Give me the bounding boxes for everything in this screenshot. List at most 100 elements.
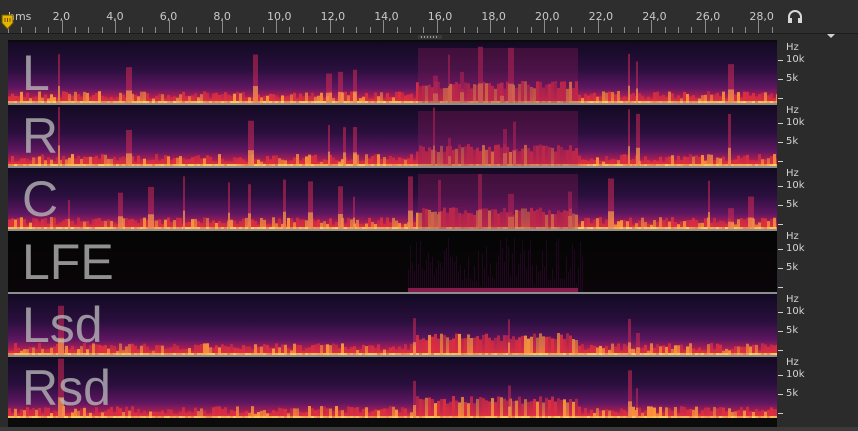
ruler-minor-tick <box>155 27 157 33</box>
freq-unit-label: Hz <box>786 231 799 242</box>
spectrogram-image <box>8 42 777 103</box>
ruler-minor-tick <box>557 27 559 33</box>
ruler-minor-tick <box>21 27 23 33</box>
spectrogram-image <box>8 168 777 229</box>
ruler-time-label: 28,0 <box>749 10 774 23</box>
freq-10k-label: 10k <box>786 54 805 65</box>
channel-label: R <box>22 108 59 164</box>
ruler-minor-tick <box>101 27 103 33</box>
freq-10k-label: 10k <box>786 306 805 317</box>
ruler-minor-tick <box>611 27 612 33</box>
ruler-time-label: 4,0 <box>106 10 124 23</box>
freq-tick <box>778 98 783 99</box>
freq-5k-label: 5k <box>786 388 799 399</box>
freq-unit-label: Hz <box>786 168 799 179</box>
channel-r-spectrogram[interactable]: R <box>8 105 777 166</box>
freq-unit-label: Hz <box>786 42 799 53</box>
ruler-minor-tick <box>75 27 76 33</box>
ruler-minor-tick <box>450 27 452 33</box>
ruler-minor-tick <box>262 27 264 33</box>
channel-l-spectrogram[interactable]: L <box>8 42 777 103</box>
ruler-minor-tick <box>396 27 398 33</box>
ruler-minor-tick <box>142 27 143 33</box>
ruler-minor-tick <box>463 27 465 33</box>
spectrogram-image <box>8 357 777 418</box>
freq-unit-label: Hz <box>786 294 799 305</box>
ruler-minor-tick <box>745 27 746 33</box>
ruler-minor-tick <box>691 27 693 33</box>
ruler-minor-tick <box>503 27 505 33</box>
freq-10k-label: 10k <box>786 369 805 380</box>
channel-label: Rsd <box>22 360 111 416</box>
channel-label: C <box>22 171 59 227</box>
ruler-minor-tick <box>343 27 344 33</box>
ruler-minor-tick <box>369 27 371 33</box>
freq-tick <box>778 413 783 414</box>
spectrogram-image <box>8 231 777 292</box>
ruler-time-label: 6,0 <box>159 10 178 23</box>
freq-tick <box>778 331 783 332</box>
freq-10k-label: 10k <box>786 180 805 191</box>
playhead-marker-icon[interactable] <box>1 14 14 30</box>
ruler-minor-tick <box>637 27 639 33</box>
ruler-time-label: 26,0 <box>695 10 721 23</box>
ruler-time-label: 12,0 <box>320 10 346 23</box>
freq-tick <box>778 60 783 61</box>
channel-lfe-spectrogram[interactable]: LFE <box>8 231 777 292</box>
ruler-minor-tick <box>88 27 90 33</box>
ruler-time-label: 16,0 <box>427 10 453 23</box>
ruler-minor-tick <box>530 27 532 33</box>
ruler-minor-tick <box>517 27 519 33</box>
freq-tick <box>778 268 783 269</box>
freq-tick <box>778 249 783 250</box>
ruler-time-label: 18,0 <box>481 10 506 23</box>
time-ruler[interactable]: hms 2,0 4,0 6,0 8,0 10,0 12,0 14,0 16,0 18,0 20,0… <box>0 0 858 34</box>
spectrogram-image <box>8 294 777 355</box>
spectrogram-image <box>8 105 777 166</box>
channel-c-spectrogram[interactable]: C <box>8 168 777 229</box>
freq-tick <box>778 186 783 187</box>
ruler-minor-tick <box>316 27 318 33</box>
ruler-time-label: 22,0 <box>588 10 614 23</box>
ruler-minor-tick <box>731 27 733 33</box>
ruler-minor-tick <box>664 27 666 33</box>
ruler-time-label: 20,0 <box>535 10 560 23</box>
frequency-axis: Hz 10k 5k Hz 10k 5k Hz 10k 5k Hz 10k 5k Hz 10k 5k Hz 10k… <box>777 40 858 431</box>
ruler-minor-tick <box>678 27 679 33</box>
ruler-time-label: 10,0 <box>267 10 292 23</box>
freq-10k-label: 10k <box>786 117 805 128</box>
ruler-minor-tick <box>718 27 720 33</box>
ruler-minor-tick <box>195 27 197 33</box>
ruler-time-label: 14,0 <box>374 10 399 23</box>
channel-lsd-spectrogram[interactable]: Lsd <box>8 294 777 355</box>
channel-label: LFE <box>22 234 114 290</box>
freq-5k-label: 5k <box>786 262 799 273</box>
freq-5k-label: 5k <box>786 199 799 210</box>
freq-tick <box>778 142 783 143</box>
freq-tick <box>778 375 783 376</box>
ruler-time-label: 2,0 <box>52 10 71 23</box>
ruler-minor-tick <box>209 27 210 33</box>
ruler-minor-tick <box>235 27 237 33</box>
ruler-minor-tick <box>477 27 478 33</box>
channel-label: Lsd <box>22 297 103 353</box>
spectral-display[interactable]: L R C LFE Lsd Rsd <box>8 40 777 427</box>
freq-unit-label: Hz <box>786 105 799 116</box>
ruler-minor-tick <box>34 27 36 33</box>
channel-rsd-spectrogram[interactable]: Rsd <box>8 357 777 418</box>
freq-tick <box>778 161 783 162</box>
freq-tick <box>778 312 783 313</box>
ruler-minor-tick <box>48 27 50 33</box>
ruler-minor-tick <box>128 27 130 33</box>
freq-5k-label: 5k <box>786 136 799 147</box>
ruler-minor-tick <box>584 27 586 33</box>
ruler-time-label: 24,0 <box>642 10 667 23</box>
freq-unit-label: Hz <box>786 357 799 368</box>
chevron-down-icon[interactable] <box>826 33 836 40</box>
freq-tick <box>778 224 783 225</box>
freq-10k-label: 10k <box>786 243 805 254</box>
headphones-icon[interactable] <box>787 10 803 24</box>
freq-tick <box>778 123 783 124</box>
ruler-minor-tick <box>570 27 572 33</box>
ruler-time-label: 8,0 <box>213 10 231 23</box>
